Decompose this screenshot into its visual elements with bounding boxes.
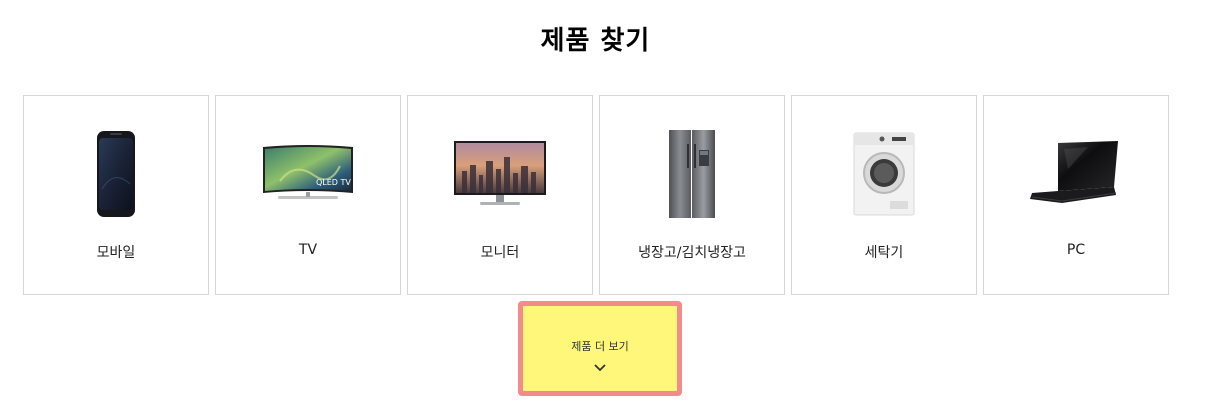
more-products-label: 제품 더 보기 bbox=[571, 340, 629, 353]
product-label: 냉장고/김치냉장고 bbox=[638, 245, 746, 261]
product-card-pc[interactable]: PC bbox=[983, 95, 1169, 295]
smartphone-icon bbox=[24, 126, 208, 221]
product-card-washing-machine[interactable]: 세탁기 bbox=[791, 95, 977, 295]
chevron-down-icon bbox=[594, 364, 606, 372]
product-card-mobile[interactable]: 모바일 bbox=[23, 95, 209, 295]
more-products-button[interactable]: 제품 더 보기 bbox=[518, 301, 682, 396]
product-card-tv[interactable]: QLED TV TV bbox=[215, 95, 401, 295]
refrigerator-icon bbox=[600, 126, 784, 221]
monitor-icon bbox=[408, 126, 592, 221]
product-card-refrigerator[interactable]: 냉장고/김치냉장고 bbox=[599, 95, 785, 295]
product-grid: 모바일 QLED TV TV 모니터 냉장고/김치냉장고 세탁기 PC bbox=[23, 95, 1169, 295]
qled-tv-icon: QLED TV bbox=[216, 126, 400, 221]
page-title: 제품 찾기 bbox=[540, 26, 651, 56]
washing-machine-icon bbox=[792, 126, 976, 221]
product-label: TV bbox=[298, 242, 318, 258]
product-label: 세탁기 bbox=[864, 245, 904, 261]
product-card-monitor[interactable]: 모니터 bbox=[407, 95, 593, 295]
product-label: 모니터 bbox=[480, 245, 520, 261]
product-label: PC bbox=[1066, 242, 1086, 258]
tv-image-text: QLED TV bbox=[316, 178, 351, 187]
laptop-icon bbox=[984, 126, 1168, 221]
product-label: 모바일 bbox=[96, 245, 136, 261]
